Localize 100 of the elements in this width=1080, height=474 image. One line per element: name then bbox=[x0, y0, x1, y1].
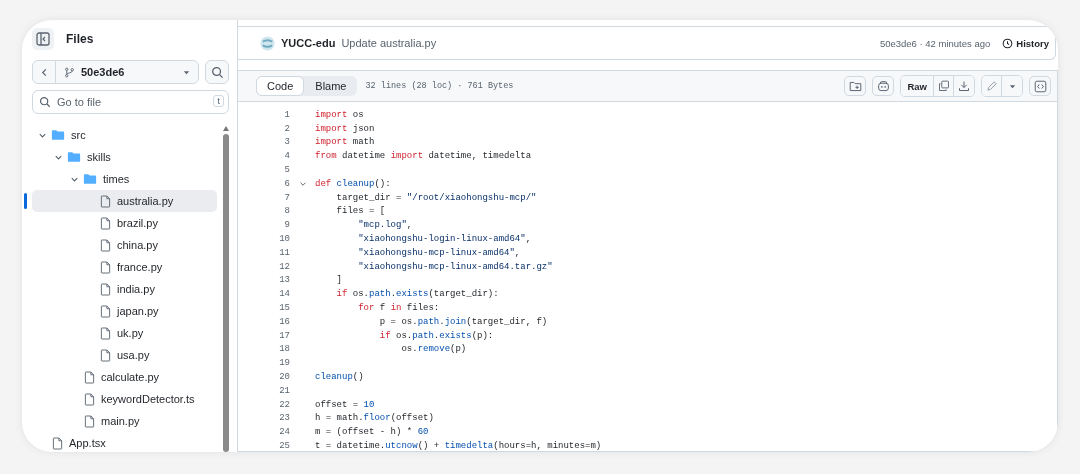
file-tree-item[interactable]: calculate.py bbox=[32, 366, 217, 388]
code-token: utcnow bbox=[385, 441, 418, 451]
code-token: . bbox=[433, 330, 440, 341]
file-info: 32 lines (28 loc) · 761 Bytes bbox=[365, 81, 514, 91]
file-tree-item[interactable]: times bbox=[32, 168, 217, 190]
file-icon bbox=[52, 436, 63, 450]
add-file-button[interactable] bbox=[844, 76, 867, 96]
file-tree-item[interactable]: australia.py bbox=[32, 190, 217, 212]
history-button[interactable]: History bbox=[1002, 37, 1049, 49]
file-tree-item[interactable]: src bbox=[32, 124, 217, 146]
code-token: "mcp.log" bbox=[357, 220, 407, 231]
code-token: (offset) bbox=[390, 413, 434, 424]
file-tree-item[interactable]: keywordDetector.ts bbox=[32, 388, 217, 410]
file-tree-item[interactable]: china.py bbox=[32, 234, 217, 256]
scroll-up-icon[interactable] bbox=[223, 126, 229, 131]
copilot-button[interactable] bbox=[872, 76, 895, 96]
code-square-icon bbox=[1033, 79, 1047, 93]
commit-message[interactable]: Update australia.py bbox=[341, 37, 437, 49]
code-token: import bbox=[315, 109, 348, 120]
scrollbar[interactable] bbox=[223, 124, 229, 452]
code-token: (p): bbox=[471, 330, 494, 341]
line-number: 18 bbox=[278, 344, 290, 355]
code-token: . bbox=[439, 316, 445, 327]
file-icon bbox=[84, 414, 95, 428]
file-tree-item[interactable]: main.py bbox=[32, 410, 217, 432]
code-token: exists bbox=[439, 330, 472, 341]
line-number: 15 bbox=[278, 303, 290, 314]
symbols-button[interactable] bbox=[1029, 76, 1051, 96]
file-icon bbox=[84, 370, 95, 384]
file-tree-item[interactable]: brazil.py bbox=[32, 212, 217, 234]
code-token: os. bbox=[400, 344, 418, 355]
code-token: "xiaohongshu-login-linux-amd64" bbox=[357, 234, 526, 245]
code-token: (): bbox=[374, 178, 391, 189]
code-token: (hours=h, minutes=m) bbox=[493, 441, 602, 451]
file-icon bbox=[100, 348, 111, 362]
code-token: f bbox=[378, 303, 387, 314]
code-token: (p) bbox=[450, 344, 467, 355]
code-token: datetime bbox=[341, 151, 387, 162]
file-tree-item[interactable]: france.py bbox=[32, 256, 217, 278]
code-token: path bbox=[412, 330, 434, 341]
line-number: 3 bbox=[283, 137, 290, 148]
branch-selector[interactable]: 50e3de6 bbox=[32, 60, 199, 84]
search-button[interactable] bbox=[205, 60, 229, 84]
file-icon bbox=[100, 282, 111, 296]
file-tree-item[interactable]: usa.py bbox=[32, 344, 217, 366]
sidebar-title: Files bbox=[66, 32, 94, 46]
code-token: "xiaohongshu-mcp-linux-amd64.tar.gz" bbox=[357, 261, 553, 272]
code-token: cleanup bbox=[335, 178, 375, 189]
code-token: t = datetime. bbox=[315, 441, 386, 451]
robot-icon bbox=[876, 79, 890, 93]
code-token: "xiaohongshu-mcp-linux-amd64" bbox=[357, 247, 515, 258]
line-number: 16 bbox=[278, 316, 290, 327]
view-tab[interactable]: Code bbox=[256, 76, 305, 96]
code-token: p = os. bbox=[378, 316, 418, 327]
code-token: , bbox=[525, 234, 532, 245]
code-token: os. bbox=[351, 289, 369, 300]
code-token: , bbox=[406, 220, 413, 231]
selection-indicator bbox=[24, 193, 27, 209]
line-number: 2 bbox=[283, 123, 290, 134]
line-number: 17 bbox=[278, 330, 290, 341]
raw-button[interactable]: Raw bbox=[901, 76, 934, 96]
line-number: 7 bbox=[283, 192, 290, 203]
file-icon bbox=[100, 194, 111, 208]
code-token: , bbox=[514, 247, 521, 258]
commit-hash-time[interactable]: 50e3de6 · 42 minutes ago bbox=[879, 37, 991, 49]
code-token: os bbox=[351, 109, 364, 120]
code-token: offset = bbox=[315, 399, 360, 410]
file-tree-item[interactable]: india.py bbox=[32, 278, 217, 300]
line-number: 25 bbox=[278, 441, 290, 451]
file-tree-item[interactable]: skills bbox=[32, 146, 217, 168]
line-number: 9 bbox=[283, 220, 290, 231]
code-token: () bbox=[352, 372, 364, 383]
commit-author[interactable]: YUCC-edu bbox=[281, 37, 336, 49]
file-tree-item[interactable]: uk.py bbox=[32, 322, 217, 344]
file-tree-item[interactable]: japan.py bbox=[32, 300, 217, 322]
code-token: exists bbox=[396, 289, 429, 300]
code-token: import bbox=[315, 137, 348, 148]
code-token: target_dir = bbox=[335, 192, 403, 203]
file-icon bbox=[84, 392, 95, 406]
line-number: 10 bbox=[278, 234, 290, 245]
edit-button[interactable] bbox=[982, 76, 1002, 96]
line-number: 19 bbox=[278, 358, 290, 369]
avatar-icon bbox=[260, 35, 275, 51]
code-token: join bbox=[444, 316, 467, 327]
view-tab[interactable]: Blame bbox=[304, 76, 358, 96]
code-token: files = [ bbox=[335, 206, 386, 217]
code-token: for bbox=[357, 303, 375, 314]
code-token: remove bbox=[417, 344, 451, 355]
history-icon bbox=[1002, 37, 1014, 49]
file-icon bbox=[100, 238, 111, 252]
pencil-icon bbox=[985, 80, 998, 92]
sidebar-toggle-icon[interactable] bbox=[32, 28, 54, 50]
copy-icon bbox=[937, 80, 950, 92]
code-token: h = math. bbox=[315, 413, 364, 424]
code-token: if bbox=[335, 289, 348, 300]
folder-plus-icon bbox=[848, 79, 862, 93]
code-token: from bbox=[315, 151, 337, 162]
file-tree-item[interactable]: App.tsx bbox=[32, 432, 217, 452]
line-number: 21 bbox=[278, 385, 290, 396]
code-token: json bbox=[351, 123, 375, 134]
